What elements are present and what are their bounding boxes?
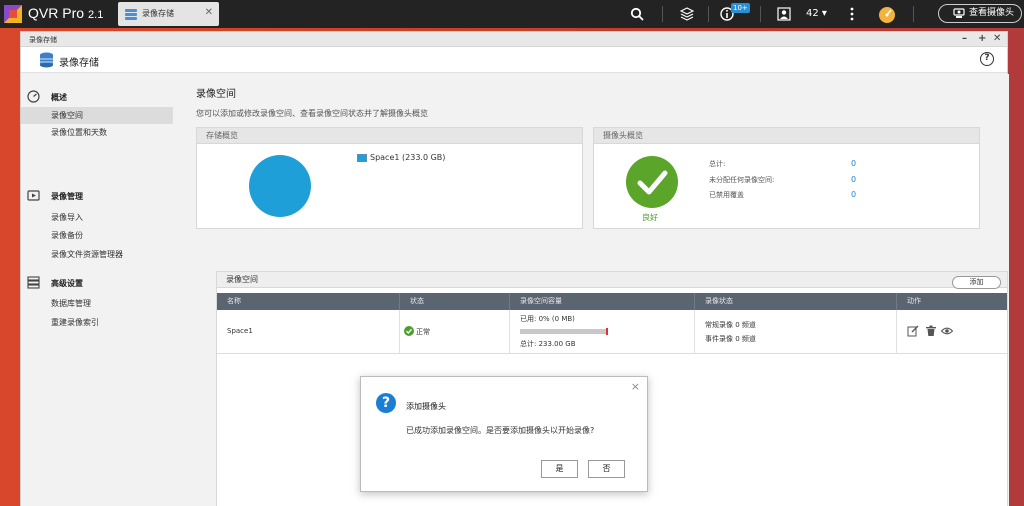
close-icon[interactable]: ✕ bbox=[993, 33, 1001, 44]
divider bbox=[913, 6, 914, 22]
storage-overview-panel: 存储概览 Space1 (233.0 GB) bbox=[196, 127, 583, 229]
sidebar-item-import[interactable]: 录像导入 bbox=[21, 209, 173, 226]
sidebar-item-rebuild-index[interactable]: 重建录像索引 bbox=[21, 314, 173, 331]
edit-icon[interactable] bbox=[907, 325, 919, 337]
cell-rec-status: 常规录像 0 频道 事件录像 0 频道 bbox=[695, 310, 897, 354]
header-title: 录像存储 bbox=[59, 58, 99, 69]
camera-icon bbox=[953, 8, 965, 18]
close-icon[interactable]: ✕ bbox=[205, 7, 213, 18]
app-version: 2.1 bbox=[88, 9, 104, 21]
cell-name: Space1 bbox=[217, 310, 400, 354]
panel-title: 录像空间 bbox=[217, 272, 1007, 288]
view-camera-label: 查看摄像头 bbox=[969, 8, 1015, 18]
space-name: Space1 bbox=[227, 327, 253, 335]
no-button[interactable]: 否 bbox=[588, 460, 625, 478]
table-header: 名称 状态 录像空间容量 录像状态 动作 bbox=[217, 293, 1007, 310]
more-menu-icon[interactable] bbox=[850, 7, 854, 21]
status-text: 正常 bbox=[416, 328, 430, 336]
add-camera-dialog: × ? 添加摄像头 已成功添加录像空间。是否要添加摄像头以开始录像? 是 否 bbox=[360, 376, 648, 492]
window-titlebar[interactable]: 录像存储 – + ✕ bbox=[21, 32, 1007, 47]
sidebar-item-backup[interactable]: 录像备份 bbox=[21, 227, 173, 244]
storage-pie-chart bbox=[249, 155, 311, 217]
legend-swatch bbox=[357, 154, 367, 162]
column-header-capacity[interactable]: 录像空间容量 bbox=[510, 293, 695, 310]
sidebar-item-location-days[interactable]: 录像位置和天数 bbox=[21, 124, 173, 141]
taskbar: QVR Pro 2.1 录像存储 ✕ 10+ 42 ▾ 查看摄像头 bbox=[0, 0, 1024, 28]
column-header-actions: 动作 bbox=[907, 297, 921, 305]
dialog-title: 添加摄像头 bbox=[406, 402, 446, 411]
column-header-status[interactable]: 状态 bbox=[400, 293, 510, 310]
status-ok-icon bbox=[626, 156, 678, 208]
column-header-name[interactable]: 名称 bbox=[217, 293, 400, 310]
progress-marker bbox=[606, 328, 608, 335]
dashboard-icon bbox=[27, 90, 40, 103]
stat-label: 未分配任何录像空间: bbox=[709, 176, 775, 184]
sidebar-item-database[interactable]: 数据库管理 bbox=[21, 295, 173, 312]
column-header-rec-status[interactable]: 录像状态 bbox=[695, 293, 897, 310]
stat-value[interactable]: 0 bbox=[851, 175, 856, 184]
question-icon: ? bbox=[376, 393, 396, 413]
taskbar-tab-recording-storage[interactable]: 录像存储 ✕ bbox=[118, 2, 219, 26]
sidebar-group-label: 录像管理 bbox=[51, 192, 83, 201]
legend-label: Space1 (233.0 GB) bbox=[370, 153, 446, 162]
used-text: 已用: 0% (0 MB) bbox=[520, 315, 575, 323]
recording-icon bbox=[27, 190, 40, 201]
user-icon[interactable] bbox=[777, 7, 791, 21]
capacity-progress-bar bbox=[520, 328, 608, 335]
page-title: 录像空间 bbox=[196, 89, 236, 100]
online-user-count[interactable]: 42 ▾ bbox=[806, 8, 827, 19]
dashboard-gauge-icon[interactable] bbox=[877, 5, 897, 23]
yes-button[interactable]: 是 bbox=[541, 460, 578, 478]
rec-normal-text: 常规录像 0 频道 bbox=[705, 321, 756, 329]
delete-icon[interactable] bbox=[925, 325, 937, 337]
checkmark-icon bbox=[637, 170, 668, 195]
app-name: QVR Pro 2.1 bbox=[28, 5, 103, 21]
divider bbox=[662, 6, 663, 22]
panel-title: 存储概览 bbox=[197, 128, 582, 144]
cell-actions bbox=[897, 310, 1009, 354]
table-row[interactable]: Space1 正常 已用: 0% (0 MB) 总计: 233.00 GB 常规… bbox=[217, 310, 1007, 354]
panel-title: 摄像头概览 bbox=[594, 128, 979, 144]
maximize-icon[interactable]: + bbox=[978, 33, 986, 44]
sidebar-group-label: 概述 bbox=[51, 93, 67, 102]
divider bbox=[760, 6, 761, 22]
window-header: 录像存储 ? bbox=[21, 47, 1007, 73]
database-icon bbox=[27, 276, 40, 289]
rec-event-text: 事件录像 0 频道 bbox=[705, 335, 756, 343]
qvr-logo-icon bbox=[4, 5, 22, 23]
divider bbox=[708, 6, 709, 22]
app-title: QVR Pro bbox=[28, 5, 85, 21]
camera-overview-panel: 摄像头概览 良好 总计: 0 未分配任何录像空间: 0 已禁用覆盖 0 bbox=[593, 127, 980, 229]
status-label: 良好 bbox=[642, 213, 658, 222]
layers-icon[interactable] bbox=[680, 7, 694, 21]
search-icon[interactable] bbox=[630, 7, 644, 21]
storage-icon bbox=[40, 52, 53, 68]
view-camera-button[interactable]: 查看摄像头 bbox=[938, 4, 1022, 23]
ok-check-icon bbox=[404, 326, 414, 336]
cell-status: 正常 bbox=[400, 310, 510, 354]
add-button[interactable]: 添加 bbox=[952, 276, 1001, 289]
close-icon[interactable]: × bbox=[631, 380, 640, 393]
sidebar-item-recording-space[interactable]: 录像空间 bbox=[21, 107, 173, 124]
cell-capacity: 已用: 0% (0 MB) 总计: 233.00 GB bbox=[510, 310, 695, 354]
view-icon[interactable] bbox=[941, 325, 953, 337]
sidebar-item-file-explorer[interactable]: 录像文件资源管理器 bbox=[21, 246, 173, 263]
tab-label: 录像存储 bbox=[142, 9, 174, 18]
stat-label: 已禁用覆盖 bbox=[709, 191, 744, 199]
sidebar-group-label: 高级设置 bbox=[51, 279, 83, 288]
total-text: 总计: 233.00 GB bbox=[520, 340, 576, 348]
storage-icon bbox=[125, 9, 137, 20]
help-icon[interactable]: ? bbox=[980, 52, 994, 66]
sidebar: 概述 录像空间 录像位置和天数 录像管理 录像导入 录像备份 录像文件资源管理器… bbox=[21, 74, 173, 506]
page-description: 您可以添加或修改录像空间、查看录像空间状态并了解摄像头概览 bbox=[196, 109, 428, 118]
stat-label: 总计: bbox=[709, 160, 726, 168]
stat-value[interactable]: 0 bbox=[851, 159, 856, 168]
stat-value[interactable]: 0 bbox=[851, 190, 856, 199]
window-title: 录像存储 bbox=[29, 36, 57, 44]
dialog-message: 已成功添加录像空间。是否要添加摄像头以开始录像? bbox=[406, 426, 595, 435]
minimize-icon[interactable]: – bbox=[962, 33, 967, 44]
notification-badge: 10+ bbox=[731, 3, 750, 13]
